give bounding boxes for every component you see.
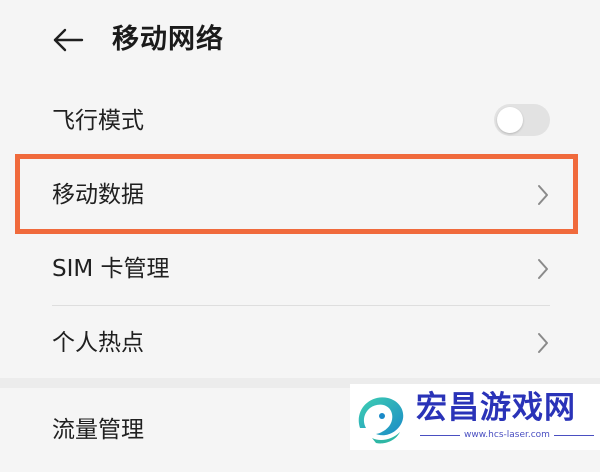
sim-management-label: SIM 卡管理	[52, 256, 170, 282]
watermark-brand: 宏昌游戏网	[416, 390, 576, 426]
page-title: 移动网络	[112, 24, 224, 55]
settings-row-airplane-mode[interactable]: 飞行模式	[0, 84, 600, 158]
airplane-mode-toggle[interactable]	[494, 104, 550, 136]
settings-row-hotspot[interactable]: 个人热点	[0, 306, 600, 380]
airplane-mode-label: 飞行模式	[52, 108, 144, 134]
watermark-url: www.hcs-laser.com	[416, 428, 598, 442]
back-button[interactable]	[48, 20, 88, 60]
arrow-left-icon	[53, 28, 84, 52]
chevron-right-icon	[538, 333, 548, 353]
swirl-logo-icon	[358, 397, 404, 444]
toggle-knob	[497, 107, 523, 133]
settings-row-sim-management[interactable]: SIM 卡管理	[0, 232, 600, 306]
hotspot-label: 个人热点	[52, 330, 144, 356]
chevron-right-icon	[538, 259, 548, 279]
highlight-box-mobile-data	[15, 154, 578, 234]
mobile-network-screen: 移动网络 飞行模式 移动数据 SIM 卡管理 个人热点 流量管理 宏昌游戏网 w…	[0, 0, 600, 450]
watermark: 宏昌游戏网 www.hcs-laser.com	[350, 384, 600, 450]
header-bar: 移动网络	[0, 0, 600, 84]
traffic-management-label: 流量管理	[52, 417, 144, 443]
